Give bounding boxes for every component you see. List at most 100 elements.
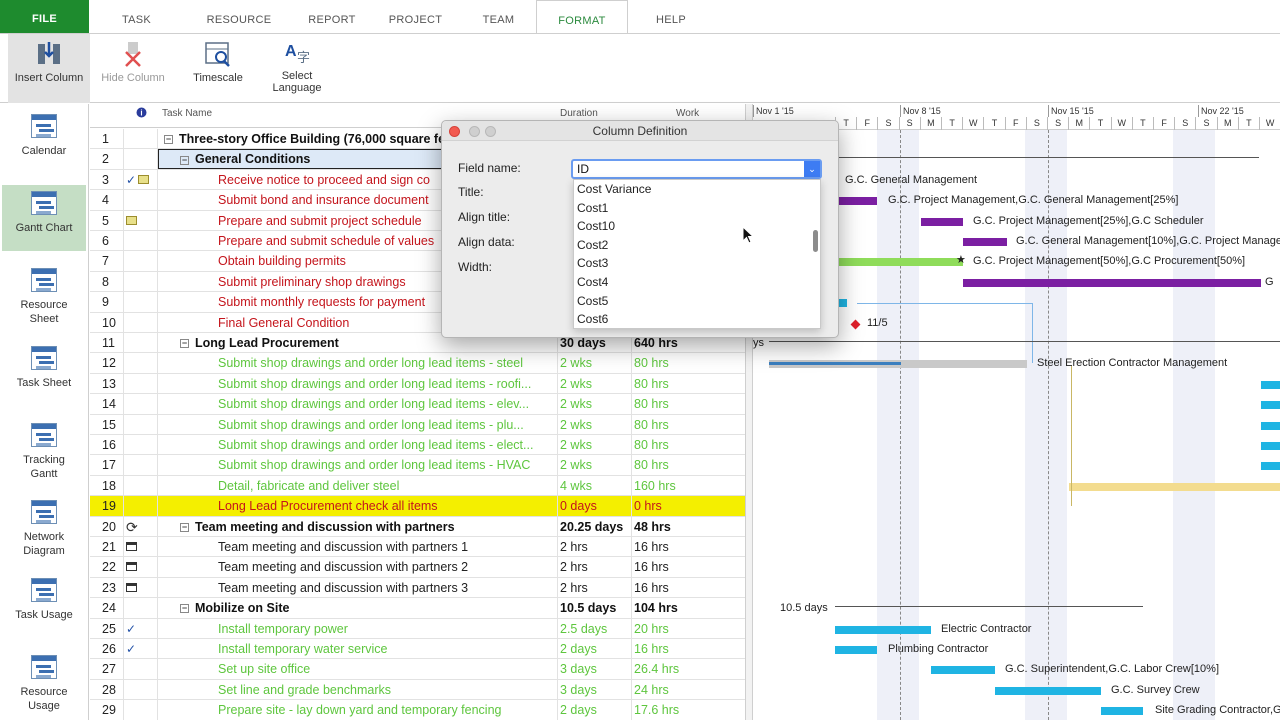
view-resource-sheet[interactable]: Resource Sheet bbox=[2, 262, 86, 334]
task-name-cell[interactable]: Team meeting and discussion with partner… bbox=[158, 577, 558, 598]
work-cell[interactable]: 80 hrs bbox=[632, 455, 745, 475]
duration-cell[interactable]: 2 days bbox=[558, 700, 632, 720]
summary-bar[interactable] bbox=[835, 606, 1143, 608]
duration-cell[interactable]: 2 hrs bbox=[558, 557, 632, 578]
row-id[interactable]: 5 bbox=[90, 210, 124, 231]
tab-file[interactable]: FILE bbox=[0, 0, 89, 33]
duration-cell[interactable]: 2 wks bbox=[558, 455, 632, 476]
task-name-cell[interactable]: Submit shop drawings and order long lead… bbox=[158, 353, 558, 374]
hide-column-button[interactable]: Hide Column bbox=[96, 34, 170, 103]
table-row[interactable]: 26 ✓ Install temporary water service 2 days… bbox=[90, 639, 745, 660]
task-name-cell[interactable]: Team meeting and discussion with partner… bbox=[158, 537, 558, 557]
work-cell[interactable]: 160 hrs bbox=[632, 476, 745, 496]
duration-cell[interactable]: 4 wks bbox=[558, 475, 632, 496]
dropdown-option[interactable]: Cost2 bbox=[574, 236, 820, 255]
field-name-dropdown[interactable]: Cost Variance Cost1 Cost10 Cost2 Cost3 Cost4 C… bbox=[573, 179, 821, 329]
table-row[interactable]: 23 Team meeting and discussion with partn… bbox=[90, 577, 745, 599]
duration-cell[interactable]: 2 wks bbox=[558, 414, 632, 435]
tab-report[interactable]: REPORT bbox=[294, 0, 370, 33]
task-name-cell[interactable]: Set line and grade benchmarks bbox=[158, 679, 558, 700]
dropdown-option[interactable]: Cost Variance bbox=[574, 180, 820, 199]
select-language-button[interactable]: A字 Select Language bbox=[262, 34, 332, 103]
timescale-button[interactable]: Timescale bbox=[183, 34, 253, 103]
row-id[interactable]: 6 bbox=[90, 231, 124, 251]
view-task-sheet[interactable]: Task Sheet bbox=[2, 340, 86, 402]
task-name-cell[interactable]: Submit shop drawings and order long lead… bbox=[158, 373, 558, 394]
duration-cell[interactable]: 2 wks bbox=[558, 394, 632, 415]
task-name-cell[interactable]: Submit shop drawings and order long lead… bbox=[158, 455, 558, 476]
dropdown-scrollbar[interactable] bbox=[813, 230, 818, 252]
row-id[interactable]: 22 bbox=[90, 557, 124, 578]
work-cell[interactable]: 80 hrs bbox=[632, 353, 745, 373]
work-header[interactable]: Work bbox=[676, 108, 699, 119]
duration-cell[interactable]: 2 hrs bbox=[558, 537, 632, 557]
task-name-cell[interactable]: Submit shop drawings and order long lead… bbox=[158, 394, 558, 415]
tab-project[interactable]: PROJECT bbox=[370, 0, 461, 33]
row-id[interactable]: 1 bbox=[90, 129, 124, 149]
dropdown-option[interactable]: Cost5 bbox=[574, 292, 820, 311]
task-name-cell[interactable]: Long Lead Procurement check all items bbox=[158, 496, 558, 517]
dropdown-option[interactable]: Cost1 bbox=[574, 199, 820, 218]
task-bar[interactable] bbox=[839, 299, 847, 308]
table-row[interactable]: 29 Prepare site - lay down yard and tempo… bbox=[90, 700, 745, 720]
work-cell[interactable]: 80 hrs bbox=[632, 415, 745, 435]
duration-cell[interactable]: 2 days bbox=[558, 639, 632, 659]
task-name-cell[interactable]: Submit shop drawings and order long lead… bbox=[158, 414, 558, 435]
task-bar[interactable] bbox=[835, 646, 877, 654]
task-name-cell[interactable]: Team meeting and discussion with partner… bbox=[158, 557, 558, 578]
task-name-cell[interactable]: − Team meeting and discussion with partne… bbox=[158, 516, 558, 537]
row-id[interactable]: 28 bbox=[90, 679, 124, 700]
duration-cell[interactable]: 2 wks bbox=[558, 435, 632, 455]
task-bar[interactable] bbox=[835, 625, 931, 634]
dropdown-option[interactable]: Cost4 bbox=[574, 273, 820, 292]
task-bar[interactable] bbox=[839, 258, 963, 267]
tab-help[interactable]: HELP bbox=[628, 0, 714, 33]
row-id[interactable]: 13 bbox=[90, 373, 124, 394]
row-id[interactable]: 7 bbox=[90, 251, 124, 272]
work-cell[interactable]: 80 hrs bbox=[632, 374, 745, 394]
table-row[interactable]: 12 Submit shop drawings and order long le… bbox=[90, 353, 745, 374]
work-cell[interactable]: 80 hrs bbox=[632, 435, 745, 455]
task-bar[interactable] bbox=[931, 666, 995, 675]
table-row[interactable]: 21 Team meeting and discussion with partn… bbox=[90, 537, 745, 558]
collapse-icon[interactable]: − bbox=[180, 339, 189, 349]
milestone-diamond[interactable] bbox=[850, 319, 861, 330]
row-id[interactable]: 27 bbox=[90, 659, 124, 680]
row-id[interactable]: 8 bbox=[90, 271, 124, 292]
collapse-icon[interactable]: − bbox=[180, 155, 189, 165]
work-cell[interactable]: 48 hrs bbox=[632, 517, 745, 537]
view-tracking-gantt[interactable]: Tracking Gantt bbox=[2, 417, 86, 489]
row-id[interactable]: 9 bbox=[90, 292, 124, 313]
field-name-combo[interactable]: ID ⌄ bbox=[571, 159, 822, 179]
task-bar[interactable] bbox=[1101, 707, 1143, 716]
duration-cell[interactable]: 10.5 days bbox=[558, 598, 632, 619]
table-row[interactable]: 18 Detail, fabricate and deliver steel 4 w… bbox=[90, 475, 745, 497]
work-cell[interactable]: 80 hrs bbox=[632, 394, 745, 414]
row-id[interactable]: 24 bbox=[90, 598, 124, 619]
row-id[interactable]: 15 bbox=[90, 414, 124, 435]
task-name-cell[interactable]: Prepare site - lay down yard and tempora… bbox=[158, 700, 558, 720]
row-id[interactable]: 23 bbox=[90, 577, 124, 598]
work-cell[interactable]: 17.6 hrs bbox=[632, 700, 745, 720]
close-icon[interactable] bbox=[449, 126, 460, 137]
row-id[interactable]: 14 bbox=[90, 394, 124, 415]
task-name-cell[interactable]: Set up site office bbox=[158, 659, 558, 680]
task-name-cell[interactable]: Detail, fabricate and deliver steel bbox=[158, 475, 558, 496]
task-bar[interactable] bbox=[839, 197, 877, 206]
table-row[interactable]: 17 Submit shop drawings and order long le… bbox=[90, 455, 745, 476]
row-id[interactable]: 10 bbox=[90, 312, 124, 333]
view-gantt-chart[interactable]: Gantt Chart bbox=[2, 185, 86, 251]
work-cell[interactable]: 26.4 hrs bbox=[632, 659, 745, 679]
table-row[interactable]: 19 Long Lead Procurement check all items 0… bbox=[90, 496, 745, 517]
work-cell[interactable]: 16 hrs bbox=[632, 557, 745, 577]
duration-cell[interactable]: 3 days bbox=[558, 659, 632, 680]
dropdown-option[interactable]: Cost3 bbox=[574, 254, 820, 273]
table-row[interactable]: 16 Submit shop drawings and order long le… bbox=[90, 435, 745, 456]
duration-cell[interactable]: 20.25 days bbox=[558, 516, 632, 537]
task-bar[interactable] bbox=[995, 686, 1101, 695]
row-id[interactable]: 21 bbox=[90, 537, 124, 557]
tab-format[interactable]: FORMAT bbox=[536, 0, 628, 34]
table-row[interactable]: 28 Set line and grade benchmarks 3 days 24 … bbox=[90, 679, 745, 701]
task-bar[interactable] bbox=[963, 278, 1261, 287]
table-row[interactable]: 14 Submit shop drawings and order long le… bbox=[90, 394, 745, 415]
